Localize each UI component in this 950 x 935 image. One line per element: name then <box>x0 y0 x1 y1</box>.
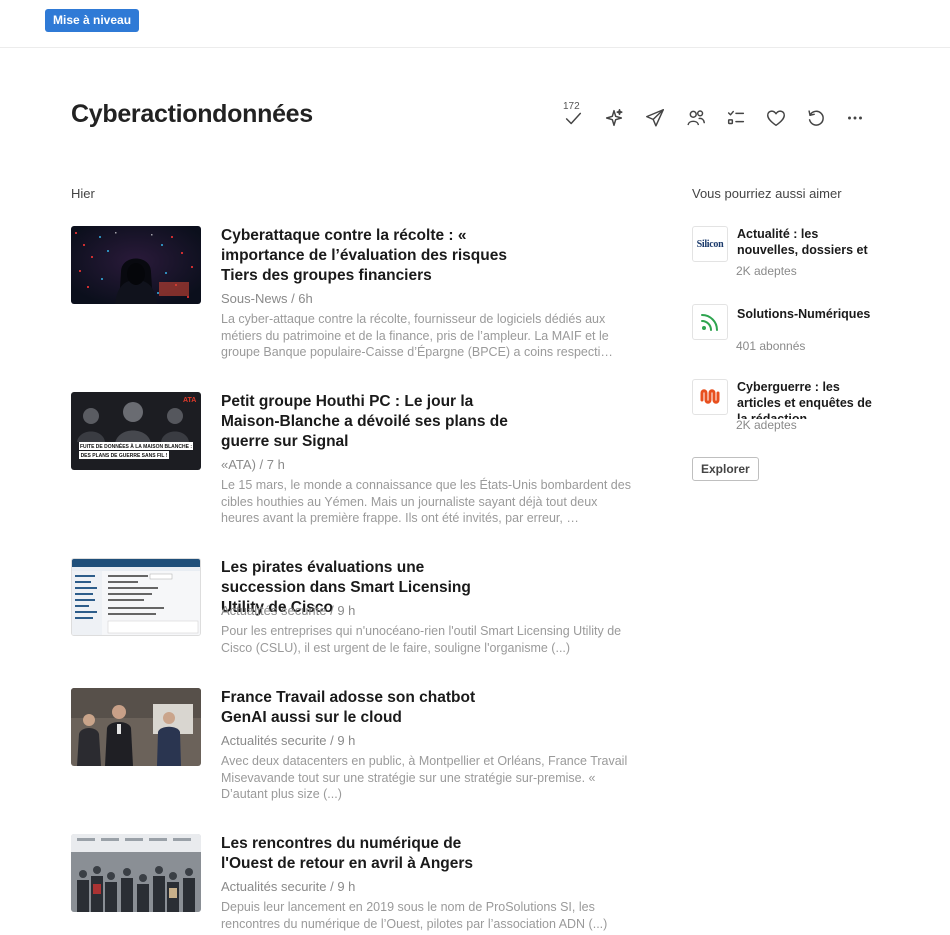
favorite-button[interactable] <box>762 104 790 132</box>
thumbnail-caption-1: FUITE DE DONNÉES À LA MAISON BLANCHE : <box>80 442 192 450</box>
article-title[interactable]: Petit groupe Houthi PC : Le jour la Mais… <box>221 392 511 452</box>
more-icon <box>848 116 862 120</box>
article-summary: Avec deux datacenters en public, à Montp… <box>221 754 628 801</box>
sidebar-title: Vous pourriez aussi aimer <box>692 186 842 201</box>
article-thumbnail <box>71 688 201 766</box>
ai-button[interactable] <box>600 104 628 132</box>
recommendation-name[interactable]: Solutions-Numériques <box>737 306 882 322</box>
team-button[interactable] <box>682 104 710 132</box>
article-title[interactable]: Cyberattaque contre la récolte : « impor… <box>221 226 511 286</box>
article-item[interactable]: ATA FUITE DE DONNÉES À LA MAISON BLANCHE… <box>71 392 641 532</box>
article-summary: Pour les entreprises qui n'unocéano-rien… <box>221 624 622 655</box>
article-thumbnail: ATA FUITE DE DONNÉES À LA MAISON BLANCHE… <box>71 392 201 470</box>
heart-icon <box>767 110 785 127</box>
thumbnail-caption-2: DES PLANS DE GUERRE SANS FIL ! <box>81 453 168 459</box>
recommendation-count: 2K adeptes <box>736 418 797 432</box>
explore-button[interactable]: Explorer <box>692 457 759 481</box>
list-icon <box>727 110 745 125</box>
silicon-logo: Silicon <box>692 226 728 262</box>
article-meta: Actualités securite / 9 h <box>221 879 356 894</box>
people-icon <box>687 110 705 126</box>
section-label: Hier <box>71 186 95 201</box>
article-title[interactable]: Les rencontres du numérique de l'Ouest d… <box>221 834 511 874</box>
article-meta: Actualités securite / 9 h <box>221 733 356 748</box>
mark-read-button[interactable]: 172 <box>559 101 587 132</box>
recommendation-item[interactable]: Cyberguerre : les articles et enquêtes d… <box>692 379 892 439</box>
recommendation-count: 401 abonnés <box>736 339 806 353</box>
article-item[interactable]: France Travail adosse son chatbot GenAI … <box>71 688 641 828</box>
article-meta: Actualités securite / 9 h <box>221 603 356 618</box>
cyberguerre-icon <box>700 389 720 404</box>
article-summary: Depuis leur lancement en 2019 sous le no… <box>221 900 608 931</box>
rss-icon <box>701 314 718 331</box>
article-summary: Le 15 mars, le monde a connaissance que … <box>221 478 631 525</box>
sparkle-icon <box>605 109 623 127</box>
unread-count: 172 <box>563 101 580 112</box>
share-button[interactable] <box>641 104 669 132</box>
silicon-logo-text: Silicon <box>696 238 724 250</box>
recommendation-name[interactable]: Actualité : les nouvelles, dossiers et <box>737 226 882 258</box>
article-meta: Sous-News / 6h <box>221 291 313 306</box>
article-item[interactable]: Les pirates évaluations une succession d… <box>71 558 641 698</box>
article-item[interactable]: Cyberattaque contre la récolte : « impor… <box>71 226 641 366</box>
layout-button[interactable] <box>722 104 750 132</box>
article-item[interactable]: Les rencontres du numérique de l'Ouest d… <box>71 834 641 935</box>
refresh-button[interactable] <box>802 104 830 132</box>
article-title[interactable]: France Travail adosse son chatbot GenAI … <box>221 688 511 728</box>
upgrade-button[interactable]: Mise à niveau <box>45 9 140 32</box>
recommendation-item[interactable]: Solutions-Numériques 401 abonnés <box>692 304 892 364</box>
recommendation-item[interactable]: Silicon Actualité : les nouvelles, dossi… <box>692 226 892 286</box>
article-thumbnail <box>71 226 201 304</box>
top-bar: Mise à niveau <box>0 0 950 48</box>
recommendation-count: 2K adeptes <box>736 264 797 278</box>
article-meta: «ATA) / 7 h <box>221 457 285 472</box>
cyberguerre-logo <box>692 379 728 415</box>
recommendation-name[interactable]: Cyberguerre : les articles et enquêtes d… <box>737 379 882 419</box>
refresh-icon <box>808 110 824 126</box>
article-thumbnail <box>71 558 201 636</box>
more-button[interactable] <box>841 104 869 132</box>
article-thumbnail <box>71 834 201 912</box>
svg-text:ATA: ATA <box>183 397 196 404</box>
feed-title: Cyberactiondonnées <box>71 100 313 128</box>
send-icon <box>646 109 664 127</box>
article-summary: La cyber-attaque contre la récolte, four… <box>221 312 613 359</box>
rss-logo <box>692 304 728 340</box>
